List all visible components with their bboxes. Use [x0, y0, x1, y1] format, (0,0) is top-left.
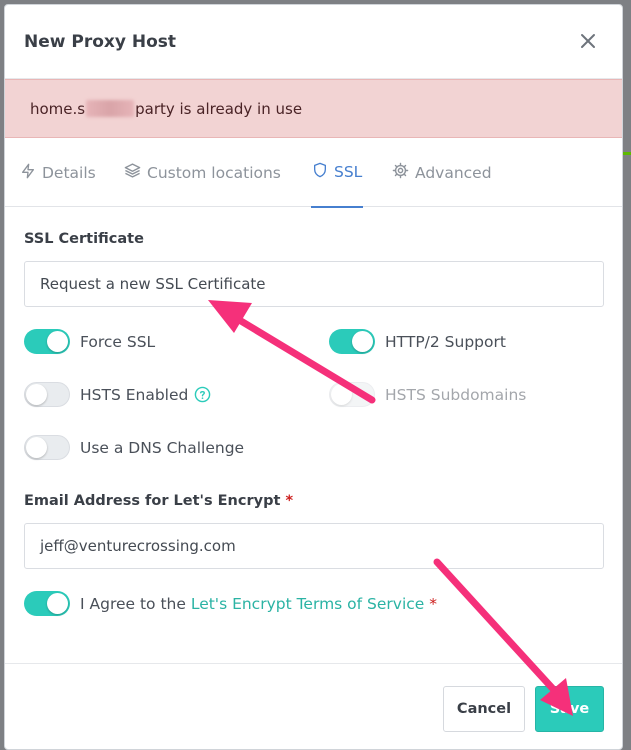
- required-mark: *: [429, 594, 438, 613]
- ssl-certificate-select[interactable]: Request a new SSL Certificate: [24, 261, 604, 307]
- force-ssl-label: Force SSL: [80, 332, 156, 351]
- redacted-blur: [86, 100, 135, 117]
- modal-header: New Proxy Host: [5, 5, 622, 79]
- required-mark: *: [285, 493, 294, 509]
- help-circle-icon[interactable]: [194, 386, 211, 403]
- tab-advanced[interactable]: Advanced: [392, 138, 492, 207]
- alert-text-start: home.s: [30, 100, 86, 118]
- hsts-enabled-toggle[interactable]: HSTS Enabled: [24, 382, 211, 407]
- toggle-switch[interactable]: [329, 329, 375, 354]
- tab-details-label: Details: [42, 163, 96, 182]
- tab-bar: Details Custom locations SSL Advanced: [5, 138, 622, 208]
- alert-text: home.s party is already in use: [30, 100, 302, 118]
- dns-challenge-label: Use a DNS Challenge: [80, 438, 245, 457]
- layers-icon: [124, 162, 147, 183]
- hsts-enabled-label: HSTS Enabled: [80, 385, 189, 404]
- agree-terms-label: I Agree to the Let's Encrypt Terms of Se…: [80, 595, 437, 613]
- background-accent-line: [623, 152, 631, 155]
- error-alert: home.s party is already in use: [5, 79, 622, 138]
- shield-icon: [312, 162, 334, 182]
- email-field[interactable]: jeff@venturecrossing.com: [24, 523, 604, 569]
- http2-support-label: HTTP/2 Support: [385, 332, 506, 351]
- tab-ssl[interactable]: SSL: [311, 138, 364, 208]
- toggle-switch[interactable]: [329, 382, 375, 407]
- toggle-switch[interactable]: [24, 329, 70, 354]
- tab-custom-locations-label: Custom locations: [147, 163, 281, 182]
- cancel-button[interactable]: Cancel: [443, 686, 525, 732]
- close-icon[interactable]: [576, 29, 600, 53]
- agree-terms-toggle[interactable]: I Agree to the Let's Encrypt Terms of Se…: [24, 591, 437, 616]
- new-proxy-host-modal: New Proxy Host home.s party is already in…: [4, 4, 623, 750]
- alert-text-end: party is already in use: [135, 100, 303, 118]
- gear-icon: [392, 162, 415, 183]
- modal-title: New Proxy Host: [24, 32, 177, 52]
- toggle-switch[interactable]: [24, 591, 70, 616]
- email-label: Email Address for Let's Encrypt *: [24, 493, 293, 509]
- terms-of-service-link[interactable]: Let's Encrypt Terms of Service: [191, 595, 425, 613]
- tab-custom-locations[interactable]: Custom locations: [124, 138, 281, 207]
- agree-text: I Agree to the: [80, 594, 191, 613]
- dns-challenge-toggle[interactable]: Use a DNS Challenge: [24, 435, 244, 460]
- tab-ssl-label: SSL: [334, 163, 363, 181]
- toggle-switch[interactable]: [24, 435, 70, 460]
- modal-footer: Cancel Save: [5, 663, 622, 749]
- tab-advanced-label: Advanced: [415, 163, 492, 182]
- ssl-certificate-label: SSL Certificate: [24, 231, 144, 247]
- hsts-subdomains-toggle[interactable]: HSTS Subdomains: [329, 382, 526, 407]
- toggle-switch[interactable]: [24, 382, 70, 407]
- email-label-text: Email Address for Let's Encrypt: [24, 493, 281, 509]
- force-ssl-toggle[interactable]: Force SSL: [24, 329, 155, 354]
- save-button[interactable]: Save: [535, 686, 604, 732]
- hsts-subdomains-label: HSTS Subdomains: [385, 385, 527, 404]
- http2-support-toggle[interactable]: HTTP/2 Support: [329, 329, 506, 354]
- tab-details[interactable]: Details: [20, 138, 96, 207]
- bolt-icon: [20, 163, 42, 183]
